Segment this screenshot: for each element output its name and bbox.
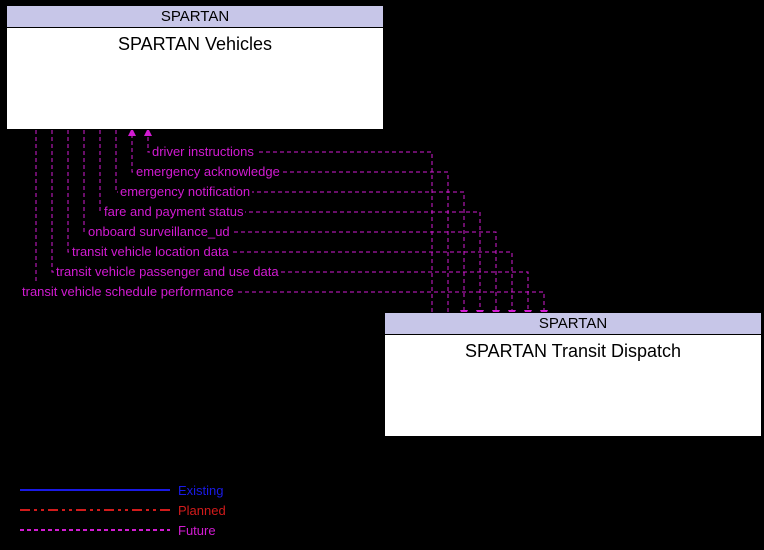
node-dispatch-body: SPARTAN Transit Dispatch — [385, 335, 761, 362]
node-dispatch: SPARTAN SPARTAN Transit Dispatch — [384, 312, 762, 437]
legend-line-planned — [20, 500, 170, 520]
flow-label-onboard-surveillance: onboard surveillance_ud — [86, 224, 232, 239]
flow-label-passenger-use: transit vehicle passenger and use data — [54, 264, 281, 279]
node-vehicles: SPARTAN SPARTAN Vehicles — [6, 5, 384, 130]
flow-label-fare-payment: fare and payment status — [102, 204, 245, 219]
flow-label-driver-instructions: driver instructions — [150, 144, 256, 159]
node-vehicles-body: SPARTAN Vehicles — [7, 28, 383, 55]
flow-label-location-data: transit vehicle location data — [70, 244, 231, 259]
legend-label-existing: Existing — [178, 483, 224, 498]
node-vehicles-header: SPARTAN — [7, 6, 383, 28]
flow-label-emergency-acknowledge: emergency acknowledge — [134, 164, 282, 179]
legend-line-existing — [20, 480, 170, 500]
legend-row-future: Future — [20, 520, 226, 540]
legend-row-planned: Planned — [20, 500, 226, 520]
flow-label-emergency-notification: emergency notification — [118, 184, 252, 199]
legend-label-future: Future — [178, 523, 216, 538]
legend: Existing Planned Future — [20, 480, 226, 540]
flow-label-schedule-performance: transit vehicle schedule performance — [20, 284, 236, 299]
legend-line-future — [20, 520, 170, 540]
node-dispatch-header: SPARTAN — [385, 313, 761, 335]
legend-label-planned: Planned — [178, 503, 226, 518]
legend-row-existing: Existing — [20, 480, 226, 500]
